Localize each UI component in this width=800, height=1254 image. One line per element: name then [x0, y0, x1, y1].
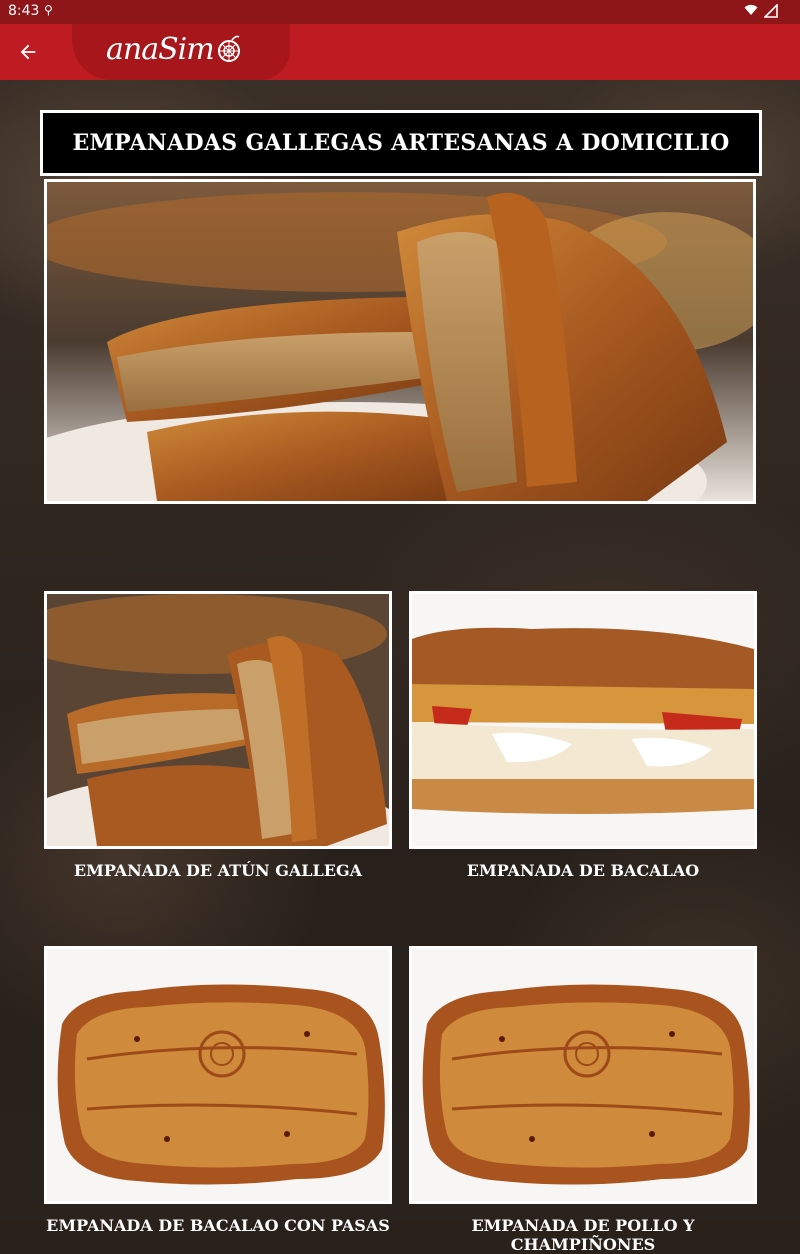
- product-image[interactable]: [409, 946, 757, 1204]
- status-time: 8:43: [8, 3, 40, 19]
- product-name[interactable]: EMPANADA DE BACALAO: [409, 861, 757, 880]
- status-bar: 8:43 ⚲: [0, 0, 800, 24]
- product-image[interactable]: [409, 591, 757, 849]
- product-image[interactable]: [44, 591, 392, 849]
- signal-icon: [764, 4, 778, 18]
- arrow-back-icon: [20, 44, 36, 60]
- product-card[interactable]: EMPANADA DE POLLO Y CHAMPIÑONES: [409, 946, 757, 1254]
- logo-text: anaSim: [106, 32, 215, 67]
- product-name[interactable]: EMPANADA DE ATÚN GALLEGA: [44, 861, 392, 880]
- wifi-icon: [744, 4, 758, 15]
- product-card[interactable]: EMPANADA DE BACALAO CON PASAS: [44, 946, 392, 1235]
- product-name[interactable]: EMPANADA DE BACALAO CON PASAS: [44, 1216, 392, 1235]
- back-button[interactable]: [10, 34, 46, 70]
- notification-icon: ⚲: [44, 3, 53, 17]
- empanada-pollo-champinones-photo: [412, 949, 754, 1201]
- hero-empanada-photo: [47, 182, 753, 501]
- product-image[interactable]: [44, 946, 392, 1204]
- page-title-banner: EMPANADAS GALLEGAS ARTESANAS A DOMICILIO: [40, 110, 762, 176]
- logo-flower-icon: [218, 35, 240, 62]
- empanada-bacalao-pasas-photo: [47, 949, 389, 1201]
- empanada-atun-photo: [47, 594, 389, 846]
- hero-image: [44, 179, 756, 504]
- product-name[interactable]: EMPANADA DE POLLO Y CHAMPIÑONES: [409, 1216, 757, 1254]
- app-bar: anaSim: [0, 24, 800, 80]
- product-card[interactable]: EMPANADA DE BACALAO: [409, 591, 757, 880]
- brand-logo[interactable]: anaSim: [72, 24, 290, 80]
- page-title: EMPANADAS GALLEGAS ARTESANAS A DOMICILIO: [72, 130, 730, 156]
- product-card[interactable]: EMPANADA DE ATÚN GALLEGA: [44, 591, 392, 880]
- empanada-bacalao-photo: [412, 594, 754, 846]
